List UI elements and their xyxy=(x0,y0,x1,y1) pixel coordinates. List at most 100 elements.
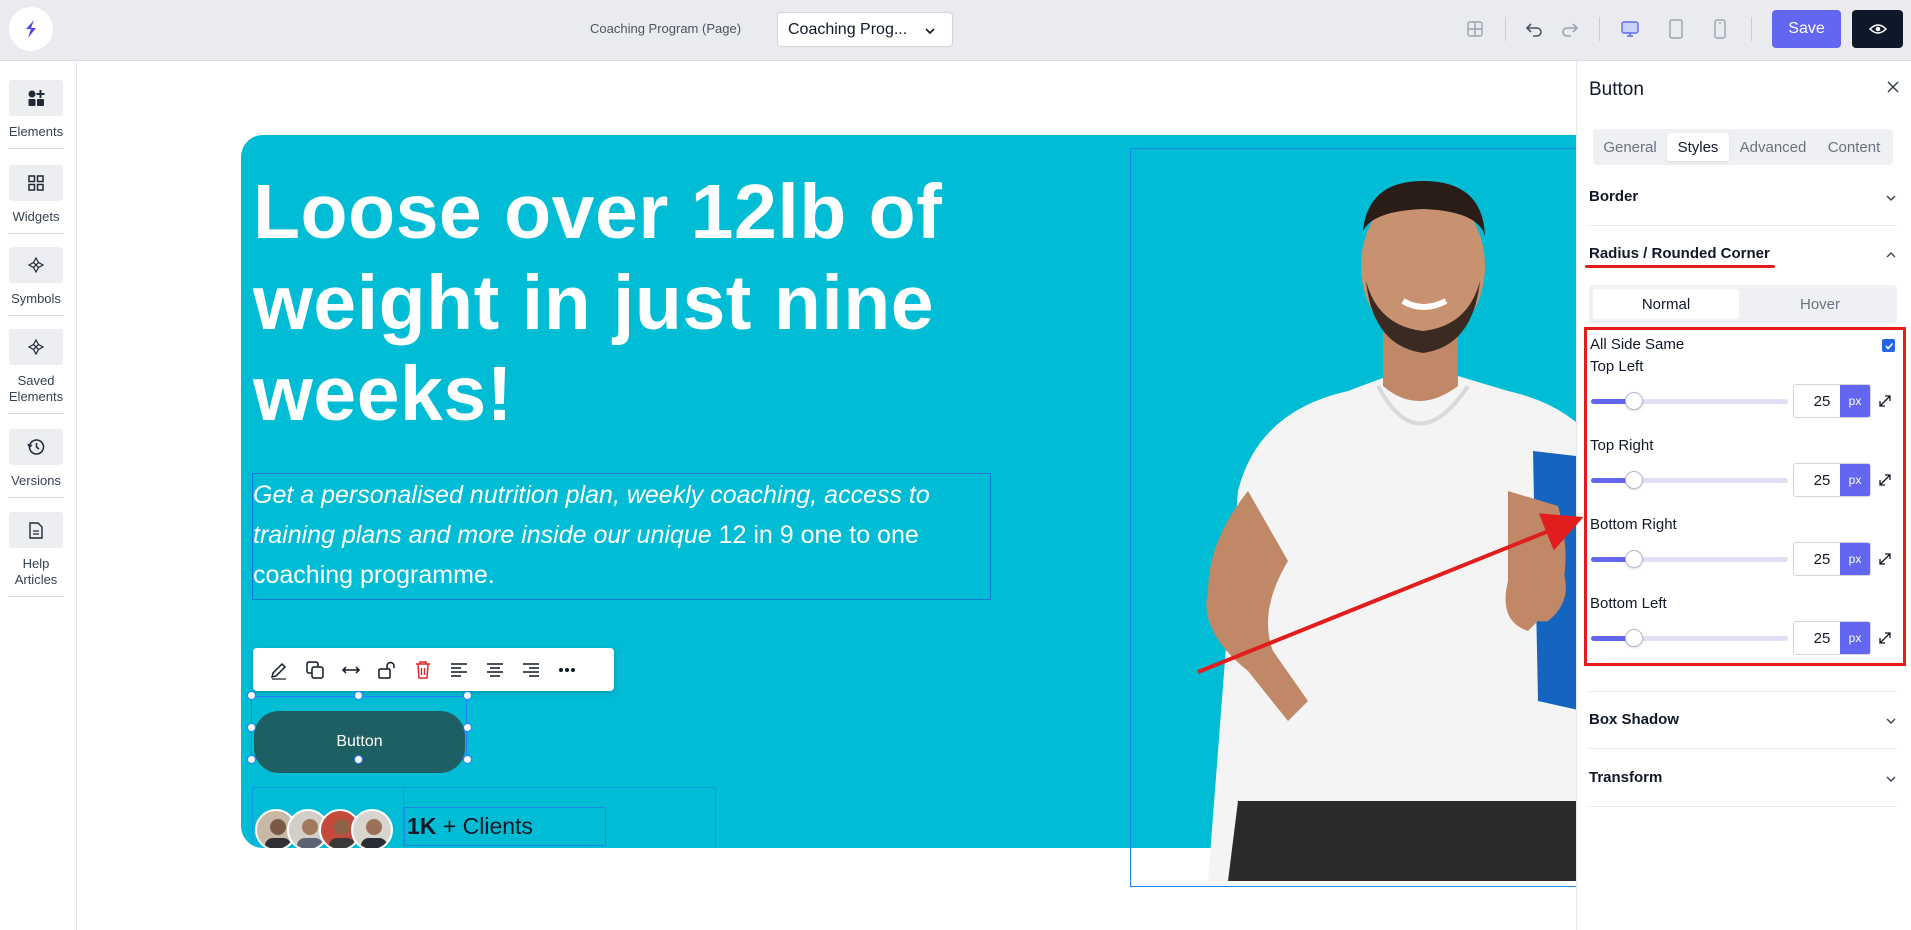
tab-general[interactable]: General xyxy=(1595,133,1665,161)
sidebar-item-label: Help Articles xyxy=(14,556,58,587)
chevron-down-icon xyxy=(925,28,935,35)
more-options-icon[interactable] xyxy=(549,655,585,685)
unit-selector[interactable]: px xyxy=(1840,543,1870,575)
app-logo[interactable] xyxy=(9,7,53,51)
resize-handle[interactable] xyxy=(354,755,363,764)
sidebar-item-label: Versions xyxy=(11,473,61,488)
widgets-icon xyxy=(28,175,44,191)
eye-icon xyxy=(1868,24,1887,34)
section-label: Radius / Rounded Corner xyxy=(1589,245,1770,262)
align-center-icon[interactable] xyxy=(477,655,513,685)
grid-icon[interactable] xyxy=(1464,18,1486,40)
sidebar-item-saved-elements[interactable]: Saved Elements xyxy=(6,329,66,414)
align-right-icon[interactable] xyxy=(513,655,549,685)
clients-count-rest: + Clients xyxy=(436,813,533,839)
all-side-same-checkbox[interactable] xyxy=(1882,339,1895,352)
expand-icon[interactable] xyxy=(1874,548,1896,570)
tab-advanced[interactable]: Advanced xyxy=(1731,133,1815,161)
hero-headline[interactable]: Loose over 12lb of weight in just nine w… xyxy=(253,167,993,440)
desktop-view-icon[interactable] xyxy=(1619,18,1641,40)
mobile-view-icon[interactable] xyxy=(1709,18,1731,40)
unit-selector[interactable]: px xyxy=(1840,385,1870,417)
resize-handle[interactable] xyxy=(463,755,472,764)
input-top-left[interactable]: 25 px xyxy=(1793,384,1871,418)
tab-content[interactable]: Content xyxy=(1817,133,1891,161)
clients-count[interactable]: 1K + Clients xyxy=(407,813,533,840)
edit-icon[interactable] xyxy=(261,655,297,685)
slider-top-left[interactable] xyxy=(1591,392,1788,410)
coach-photo[interactable] xyxy=(1178,161,1576,881)
sidebar-item-label: Saved Elements xyxy=(8,373,64,404)
input-top-right[interactable]: 25 px xyxy=(1793,463,1871,497)
section-transform[interactable]: Transform xyxy=(1589,769,1897,793)
section-border[interactable]: Border xyxy=(1589,188,1897,212)
page-select[interactable]: Coaching Prog... xyxy=(777,12,953,47)
slider-thumb[interactable] xyxy=(1625,471,1643,489)
divider xyxy=(1589,748,1897,749)
expand-icon[interactable] xyxy=(1874,469,1896,491)
sidebar-item-label: Widgets xyxy=(12,209,60,224)
page-label: Coaching Program (Page) xyxy=(590,21,742,36)
clients-count-bold: 1K xyxy=(407,813,437,839)
corner-label-top-left: Top Left xyxy=(1590,358,1644,375)
input-bottom-left[interactable]: 25 px xyxy=(1793,621,1871,655)
slider-thumb[interactable] xyxy=(1625,550,1643,568)
checkmark-icon xyxy=(1884,342,1893,350)
state-hover[interactable]: Hover xyxy=(1747,289,1893,319)
redo-icon[interactable] xyxy=(1559,18,1581,40)
resize-handle[interactable] xyxy=(463,723,472,732)
section-box-shadow[interactable]: Box Shadow xyxy=(1589,711,1897,735)
chevron-down-icon xyxy=(1886,195,1896,201)
slider-thumb[interactable] xyxy=(1625,392,1643,410)
chevron-down-icon xyxy=(1886,718,1896,724)
panel-title: Button xyxy=(1589,79,1644,100)
value-field[interactable]: 25 xyxy=(1804,543,1840,575)
undo-icon[interactable] xyxy=(1523,18,1545,40)
resize-handle[interactable] xyxy=(354,691,363,700)
duplicate-icon[interactable] xyxy=(297,655,333,685)
sidebar-item-symbols[interactable]: Symbols xyxy=(6,247,66,316)
resize-horizontal-icon[interactable] xyxy=(333,655,369,685)
unlock-icon[interactable] xyxy=(369,655,405,685)
properties-panel: Button General Styles Advanced Content B… xyxy=(1576,61,1911,930)
slider-bottom-right[interactable] xyxy=(1591,550,1788,568)
input-bottom-right[interactable]: 25 px xyxy=(1793,542,1871,576)
divider xyxy=(1589,806,1897,807)
sidebar-item-versions[interactable]: Versions xyxy=(6,429,66,498)
value-field[interactable]: 25 xyxy=(1804,622,1840,654)
expand-icon[interactable] xyxy=(1874,627,1896,649)
tablet-view-icon[interactable] xyxy=(1665,18,1687,40)
sidebar-item-help-articles[interactable]: Help Articles xyxy=(6,512,66,597)
section-label: Transform xyxy=(1589,769,1663,786)
resize-handle[interactable] xyxy=(463,691,472,700)
hero-subtext[interactable]: Get a personalised nutrition plan, weekl… xyxy=(253,475,988,595)
resize-handle[interactable] xyxy=(247,723,256,732)
sidebar-item-elements[interactable]: Elements xyxy=(6,80,66,149)
save-button[interactable]: Save xyxy=(1772,10,1841,48)
page-canvas: Loose over 12lb of weight in just nine w… xyxy=(78,61,1576,930)
delete-icon[interactable] xyxy=(405,655,441,685)
tab-styles[interactable]: Styles xyxy=(1667,133,1729,161)
sidebar-item-label: Elements xyxy=(8,124,64,139)
value-field[interactable]: 25 xyxy=(1804,385,1840,417)
document-icon xyxy=(29,521,43,539)
state-normal[interactable]: Normal xyxy=(1593,289,1739,319)
section-label: Box Shadow xyxy=(1589,711,1680,728)
unit-selector[interactable]: px xyxy=(1840,464,1870,496)
toolbar-divider xyxy=(1505,17,1506,41)
align-left-icon[interactable] xyxy=(441,655,477,685)
slider-thumb[interactable] xyxy=(1625,629,1643,647)
preview-button[interactable] xyxy=(1852,10,1903,48)
resize-handle[interactable] xyxy=(247,691,256,700)
close-icon[interactable] xyxy=(1883,77,1903,97)
slider-bottom-left[interactable] xyxy=(1591,629,1788,647)
expand-icon[interactable] xyxy=(1874,390,1896,412)
state-switch: Normal Hover xyxy=(1589,285,1897,323)
unit-selector[interactable]: px xyxy=(1840,622,1870,654)
slider-top-right[interactable] xyxy=(1591,471,1788,489)
sidebar-item-widgets[interactable]: Widgets xyxy=(6,165,66,234)
all-side-same-label: All Side Same xyxy=(1590,336,1685,353)
resize-handle[interactable] xyxy=(247,755,256,764)
value-field[interactable]: 25 xyxy=(1804,464,1840,496)
saved-elements-icon xyxy=(28,339,44,355)
